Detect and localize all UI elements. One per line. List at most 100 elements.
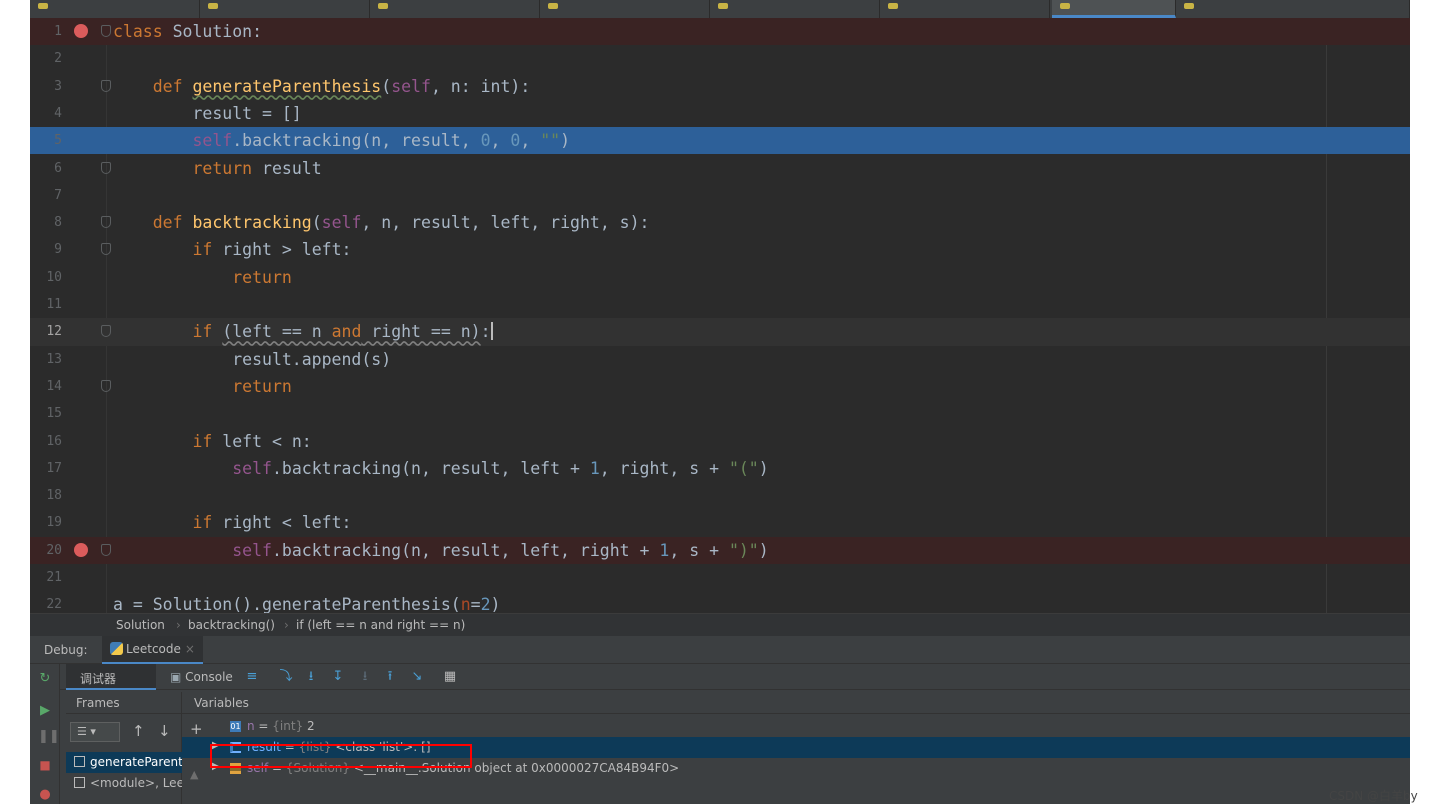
text-caret xyxy=(490,322,493,341)
code-line[interactable]: 1 class Solution: xyxy=(30,18,1410,46)
debug-header: Debug: Leetcode × xyxy=(30,636,1410,664)
editor-tab[interactable] xyxy=(200,0,370,18)
code-text: result.append(s) xyxy=(113,349,392,369)
code-line[interactable]: 11 xyxy=(30,291,1410,318)
fold-marker-icon[interactable] xyxy=(101,543,111,556)
line-number: 9 xyxy=(54,242,62,258)
code-line[interactable]: 10 return xyxy=(30,264,1410,291)
editor-tab[interactable] xyxy=(1176,0,1410,18)
breadcrumb-method[interactable]: backtracking() xyxy=(188,618,275,632)
line-number: 7 xyxy=(54,187,62,203)
debug-panel: Debug: Leetcode × ↻ ▶ ❚❚ ■ ● 调试器 ▣ Consol… xyxy=(30,636,1410,804)
code-line[interactable]: 2 xyxy=(30,45,1410,72)
frame-item[interactable]: generateParent xyxy=(66,752,182,773)
debugger-toolbar: 调试器 ▣ Console ≡ ⤵ ⭳ ↧ ⭳ ⭱ ↘ ▦ xyxy=(60,664,1410,690)
fold-marker-icon[interactable] xyxy=(101,325,111,338)
breakpoint-icon[interactable] xyxy=(74,24,88,38)
line-number: 8 xyxy=(54,215,62,231)
fold-marker-icon[interactable] xyxy=(101,161,111,174)
tab-debugger[interactable]: 调试器 xyxy=(66,664,156,690)
pause-icon[interactable]: ❚❚ xyxy=(38,730,60,744)
python-file-icon xyxy=(1184,3,1194,9)
console-icon: ▣ xyxy=(170,670,182,684)
line-number: 19 xyxy=(46,515,62,531)
step-over-icon[interactable]: ⭳ xyxy=(303,669,319,685)
code-line[interactable]: 22 a = Solution().generateParenthesis(n=… xyxy=(30,591,1410,613)
tab-console[interactable]: ▣ Console xyxy=(164,664,244,690)
code-text: return result xyxy=(192,158,322,178)
code-line[interactable]: 9 if right > left: xyxy=(30,236,1410,263)
frame-item[interactable]: <module>, Lee xyxy=(66,773,182,794)
run-to-cursor-icon[interactable]: ↘ xyxy=(409,669,425,685)
stop-icon[interactable]: ■ xyxy=(38,758,52,772)
fold-marker-icon[interactable] xyxy=(101,79,111,92)
breadcrumb-statement[interactable]: if (left == n and right == n) xyxy=(296,618,465,632)
code-text: if right > left: xyxy=(192,240,352,260)
editor-tab[interactable] xyxy=(370,0,540,18)
variable-row[interactable]: 01 n = {int} 2 xyxy=(182,716,1410,737)
breakpoint-icon[interactable] xyxy=(74,542,88,557)
session-tab-label: Leetcode xyxy=(126,642,181,656)
code-line[interactable]: 20 self.backtracking(n, result, left, ri… xyxy=(30,536,1410,564)
code-text: result = [] xyxy=(113,103,302,123)
current-code-line[interactable]: 12 if (left == n and right == n): xyxy=(30,318,1410,346)
code-line[interactable]: 15 xyxy=(30,400,1410,427)
line-number: 13 xyxy=(46,351,62,367)
code-text: def backtracking(self, n, result, left, … xyxy=(152,213,650,233)
code-line[interactable]: 6 return result xyxy=(30,155,1410,182)
code-line[interactable]: 7 xyxy=(30,182,1410,209)
python-file-icon xyxy=(378,3,388,9)
evaluate-expression-icon[interactable]: ▦ xyxy=(442,669,458,685)
editor-tab[interactable] xyxy=(710,0,880,18)
code-line[interactable]: 14 return xyxy=(30,373,1410,400)
code-text: return xyxy=(232,376,292,396)
fold-marker-icon[interactable] xyxy=(101,379,111,392)
code-line[interactable]: 4 result = [] xyxy=(30,100,1410,127)
editor-tab-active[interactable] xyxy=(1052,0,1176,18)
line-number: 17 xyxy=(46,460,62,476)
python-file-icon xyxy=(548,3,558,9)
step-into-my-code-icon[interactable]: ⭳ xyxy=(357,669,373,685)
layout-menu-icon[interactable]: ≡ xyxy=(244,669,260,685)
editor-tab[interactable] xyxy=(30,0,200,18)
code-line[interactable]: 13 result.append(s) xyxy=(30,346,1410,373)
ide-window: 1 class Solution: 2 3 def generateParent… xyxy=(30,0,1410,804)
code-text: class Solution: xyxy=(113,22,263,41)
thread-selector[interactable]: ☰ ▾ xyxy=(70,722,120,742)
code-text: if right < left: xyxy=(192,513,352,533)
debug-session-tab[interactable]: Leetcode × xyxy=(102,636,203,664)
step-into-icon[interactable]: ↧ xyxy=(330,669,346,685)
python-file-icon xyxy=(1060,3,1070,9)
code-line[interactable]: 16 if left < n: xyxy=(30,428,1410,455)
step-out-icon[interactable]: ⭱ xyxy=(382,669,398,685)
code-line[interactable]: 17 self.backtracking(n, result, left + 1… xyxy=(30,455,1410,482)
line-number: 20 xyxy=(46,542,62,558)
fold-marker-icon[interactable] xyxy=(101,25,111,37)
fold-marker-icon[interactable] xyxy=(101,243,111,256)
show-execution-point-icon[interactable]: ⤵ xyxy=(278,669,294,685)
resume-icon[interactable]: ▶ xyxy=(38,704,52,718)
editor-tab[interactable] xyxy=(880,0,1050,18)
line-number: 16 xyxy=(46,433,62,449)
code-line[interactable]: 8 def backtracking(self, n, result, left… xyxy=(30,209,1410,236)
view-breakpoints-icon[interactable]: ● xyxy=(38,788,52,802)
code-line[interactable]: 21 xyxy=(30,564,1410,591)
frames-header: Frames xyxy=(66,692,182,714)
editor-tab-strip xyxy=(30,0,1410,18)
frame-icon xyxy=(74,756,85,767)
code-line[interactable]: 18 xyxy=(30,482,1410,509)
code-editor[interactable]: 1 class Solution: 2 3 def generateParent… xyxy=(30,18,1410,613)
line-number: 3 xyxy=(54,78,62,94)
rerun-icon[interactable]: ↻ xyxy=(38,672,52,686)
arrow-up-icon[interactable]: ↑ xyxy=(132,722,145,740)
breadcrumb-class[interactable]: Solution xyxy=(116,618,165,632)
close-icon[interactable]: × xyxy=(185,642,195,656)
editor-tab[interactable] xyxy=(540,0,710,18)
python-file-icon xyxy=(38,3,48,9)
code-line[interactable]: 3 def generateParenthesis(self, n: int): xyxy=(30,73,1410,100)
code-line[interactable]: 19 if right < left: xyxy=(30,509,1410,536)
python-file-icon xyxy=(718,3,728,9)
execution-point-line[interactable]: 5 self.backtracking(n, result, 0, 0, "") xyxy=(30,127,1410,155)
fold-marker-icon[interactable] xyxy=(101,216,111,229)
arrow-down-icon[interactable]: ↓ xyxy=(158,722,171,740)
